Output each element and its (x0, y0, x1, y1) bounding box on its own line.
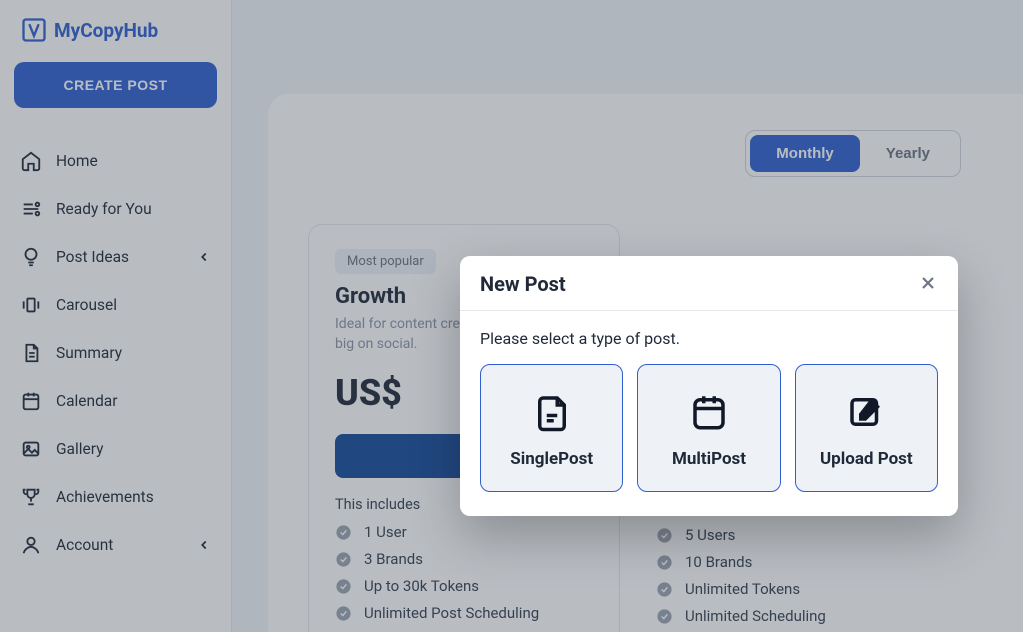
post-type-option-single[interactable]: SinglePost (480, 364, 623, 492)
option-label: MultiPost (672, 449, 746, 469)
close-icon (918, 273, 938, 293)
post-type-option-multi[interactable]: MultiPost (637, 364, 780, 492)
option-label: SinglePost (510, 449, 593, 469)
option-label: Upload Post (820, 449, 913, 469)
modal-close-button[interactable] (918, 273, 938, 296)
multi-post-icon (688, 391, 730, 433)
modal-prompt: Please select a type of post. (480, 329, 938, 348)
post-type-option-upload[interactable]: Upload Post (795, 364, 938, 492)
modal-overlay[interactable]: New Post Please select a type of post. S… (0, 0, 1023, 632)
new-post-modal: New Post Please select a type of post. S… (460, 256, 958, 516)
modal-title: New Post (480, 272, 566, 296)
single-post-icon (531, 391, 573, 433)
upload-post-icon (845, 391, 887, 433)
